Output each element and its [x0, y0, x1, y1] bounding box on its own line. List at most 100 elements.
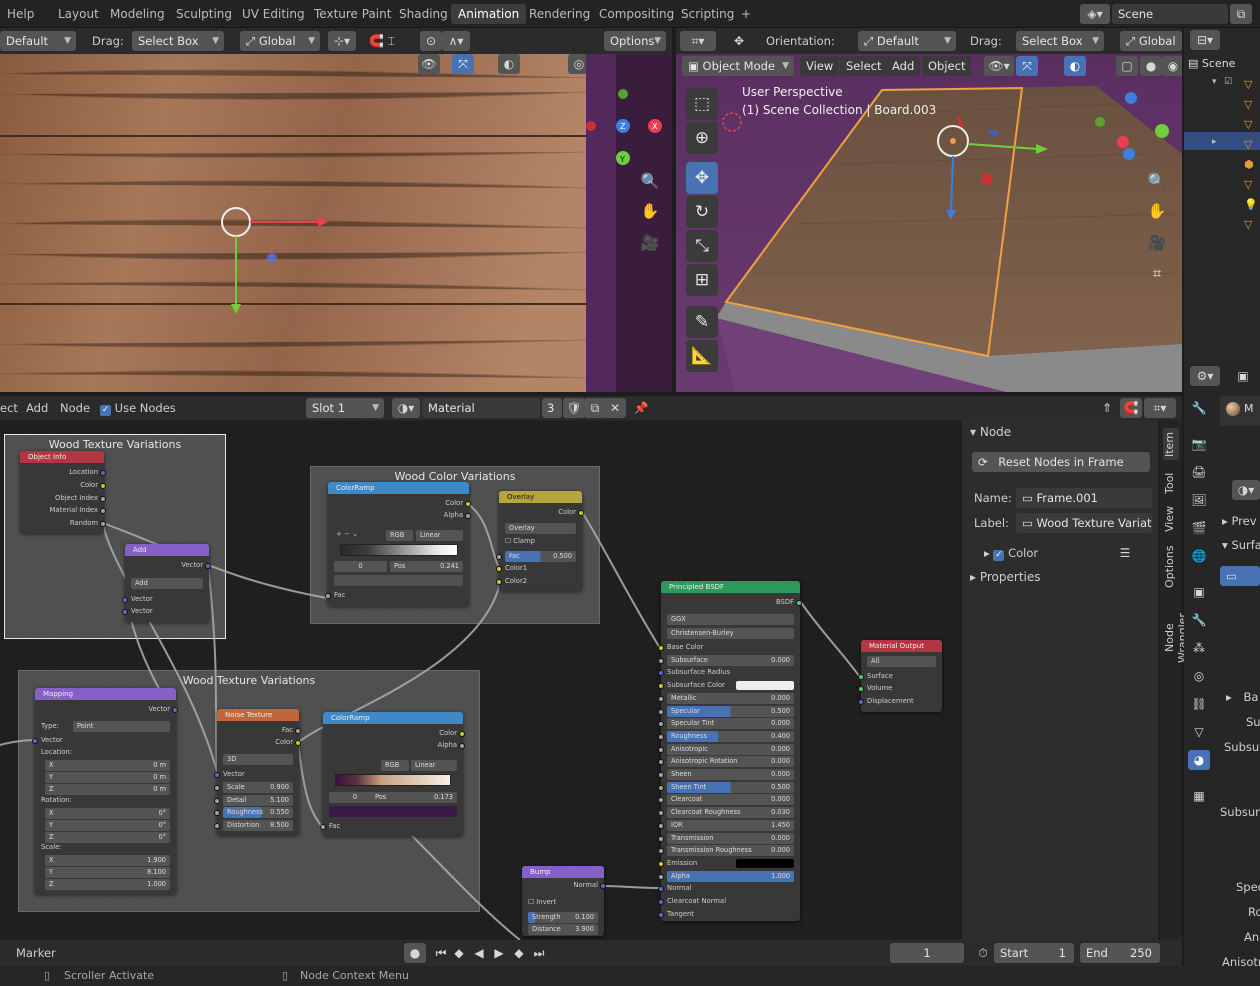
bsdf-input-roughness[interactable]: Roughness 0.400	[667, 730, 794, 742]
socket-icon[interactable]	[658, 873, 664, 880]
pivot-icon[interactable]: ⊹▾	[328, 31, 356, 51]
bsdf-input-anisotropic[interactable]: Anisotropic 0.000	[667, 743, 794, 755]
color-toggle[interactable]: ▸ ✓ Color	[984, 543, 1038, 563]
tab-texture-paint[interactable]: Texture Paint	[307, 4, 398, 24]
ramp-pos-field[interactable]: Pos 0.241	[390, 561, 463, 572]
color-swatch[interactable]	[736, 681, 794, 691]
use-nodes-checkbox[interactable]: ✓ Use Nodes	[100, 398, 176, 418]
tab-node-wrangler[interactable]: Node Wrangler	[1163, 598, 1189, 678]
view-icon[interactable]: 👁	[418, 54, 440, 74]
node-colorramp-2[interactable]: ColorRamp Color Alpha RGB Linear 0 Pos 0.…	[320, 712, 465, 836]
material-users-count[interactable]: 3	[542, 398, 562, 418]
clamp-checkbox[interactable]: ☐ Clamp	[505, 536, 576, 547]
select-menu[interactable]: Select	[840, 56, 888, 76]
socket-icon[interactable]	[658, 746, 664, 753]
socket-icon[interactable]	[658, 645, 664, 651]
start-frame-field[interactable]: Start 1	[994, 943, 1074, 963]
add-menu[interactable]: Add	[886, 56, 921, 76]
material-slot-list[interactable]: M	[1220, 396, 1260, 426]
ramp-gradient-bar[interactable]	[340, 544, 458, 556]
node-noise-texture[interactable]: Noise Texture Fac Color 3D Vector Scale 0…	[214, 709, 301, 835]
bsdf-input-anisotropic-rotation[interactable]: Anisotropic Rotation 0.000	[667, 756, 794, 768]
object-tab-icon[interactable]: ▣	[1188, 582, 1210, 602]
select-box-tool-icon[interactable]: ⬚	[686, 88, 718, 120]
measure-tool-icon[interactable]: 📐	[686, 340, 718, 372]
drag-dropdown-viewport[interactable]: Select Box ▼	[1016, 31, 1104, 51]
socket-icon[interactable]	[658, 670, 664, 677]
bsdf-input-emission[interactable]: Emission	[667, 858, 794, 869]
socket-icon[interactable]	[122, 609, 128, 615]
mapping-loc-y-field[interactable]: Y 0 m	[45, 772, 170, 783]
socket-icon[interactable]	[325, 593, 331, 599]
jump-end-icon[interactable]: ⏭	[528, 943, 550, 963]
surface-shader-field[interactable]: ▭	[1220, 566, 1260, 586]
socket-icon[interactable]	[658, 721, 664, 728]
socket-icon[interactable]	[465, 501, 471, 507]
tab-item[interactable]: Item	[1163, 428, 1179, 460]
material-browse-icon[interactable]: ◑▾	[392, 398, 420, 418]
view-menu[interactable]: View	[800, 56, 840, 76]
bsdf-input-sheen-tint[interactable]: Sheen Tint 0.500	[667, 781, 794, 793]
ramp-pos-field[interactable]: Pos 0.173	[371, 792, 457, 803]
node-object-info[interactable]: Object Info Location Color Object Index …	[20, 451, 106, 533]
transform-orientation-dropdown[interactable]: ⤢ Global ▼	[240, 31, 320, 51]
shading-solid-icon[interactable]: ●	[1140, 56, 1162, 76]
node-material-output[interactable]: Material Output All Surface Volume Displ…	[858, 640, 942, 712]
copy-scene-icon[interactable]: ⧉	[1230, 4, 1252, 24]
bsdf-input-transmission-roughness[interactable]: Transmission Roughness 0.000	[667, 845, 794, 857]
invert-checkbox[interactable]: ☐ Invert	[528, 897, 598, 908]
node-add-vector[interactable]: Add Vector Add Vector Vector	[122, 544, 211, 622]
transform-global-dropdown[interactable]: ⤢ Global	[1120, 31, 1182, 51]
socket-icon[interactable]	[465, 513, 471, 519]
socket-icon[interactable]	[496, 554, 502, 560]
duplicate-material-icon[interactable]: ⧉	[584, 398, 606, 418]
gizmo-icon[interactable]: ⤧	[452, 54, 474, 74]
visibility-icon[interactable]: 👁▾	[984, 56, 1014, 76]
socket-icon[interactable]	[658, 822, 664, 829]
ramp-add-remove-icon[interactable]: + − ⌄	[336, 530, 358, 538]
unlink-material-icon[interactable]: ✕	[604, 398, 626, 418]
mapping-rot-y-field[interactable]: Y 0°	[45, 820, 170, 831]
tab-rendering[interactable]: Rendering	[522, 4, 597, 24]
socket-icon[interactable]	[100, 521, 106, 527]
tab-view[interactable]: View	[1163, 504, 1179, 534]
node-mapping[interactable]: Mapping Vector Type: Point Vector Locati…	[32, 688, 178, 894]
socket-icon[interactable]	[459, 743, 465, 749]
bsdf-input-transmission[interactable]: Transmission 0.000	[667, 832, 794, 844]
bsdf-input-clearcoat-roughness[interactable]: Clearcoat Roughness 0.030	[667, 807, 794, 819]
play-icon[interactable]: ▶	[488, 943, 510, 963]
ramp-index-field[interactable]: 0	[334, 561, 387, 572]
object-menu[interactable]: Object	[922, 56, 972, 76]
socket-icon[interactable]	[658, 848, 664, 855]
socket-icon[interactable]	[658, 797, 664, 804]
socket-icon[interactable]	[214, 810, 220, 816]
camera-icon[interactable]: 🎥	[637, 230, 663, 256]
mapping-loc-x-field[interactable]: X 0 m	[45, 760, 170, 771]
move-tool-icon[interactable]: ✥	[686, 162, 718, 194]
gizmo-toggle-icon[interactable]: ⤧	[1016, 56, 1038, 76]
bsdf-input-specular-tint[interactable]: Specular Tint 0.000	[667, 718, 794, 730]
tab-animation[interactable]: Animation	[451, 4, 527, 24]
socket-icon[interactable]	[295, 740, 301, 746]
shading-material-icon[interactable]: ◉	[1162, 56, 1182, 76]
socket-icon[interactable]	[658, 683, 664, 690]
mapping-type-dropdown[interactable]: Point	[73, 721, 170, 732]
ramp-color-swatch[interactable]	[334, 575, 463, 586]
socket-icon[interactable]	[658, 886, 664, 893]
tab-sculpting[interactable]: Sculpting	[169, 4, 239, 24]
pin-icon[interactable]: 📌	[630, 398, 652, 418]
socket-icon[interactable]	[214, 785, 220, 791]
bsdf-input-clearcoat[interactable]: Clearcoat 0.000	[667, 794, 794, 806]
snap-icon[interactable]: 🧲 ⌶	[362, 31, 402, 51]
ramp-gradient-bar[interactable]	[335, 774, 451, 786]
annotate-tool-icon[interactable]: ✎	[686, 306, 718, 338]
ramp-color-mode-dropdown[interactable]: RGB	[381, 760, 409, 771]
move-cross-icon[interactable]: ✥	[728, 31, 750, 51]
constraints-tab-icon[interactable]: ⛓	[1188, 694, 1210, 714]
wood-texture-preview[interactable]: 👁 ⤧ ◐ ◎	[0, 54, 586, 392]
color-swatch[interactable]	[736, 858, 794, 868]
socket-icon[interactable]	[214, 797, 220, 804]
node-name-field[interactable]: ▭ Frame.001	[1016, 488, 1152, 508]
pan-hand-icon-3d[interactable]: ✋	[1144, 198, 1170, 224]
tab-shading[interactable]: Shading	[392, 4, 455, 24]
